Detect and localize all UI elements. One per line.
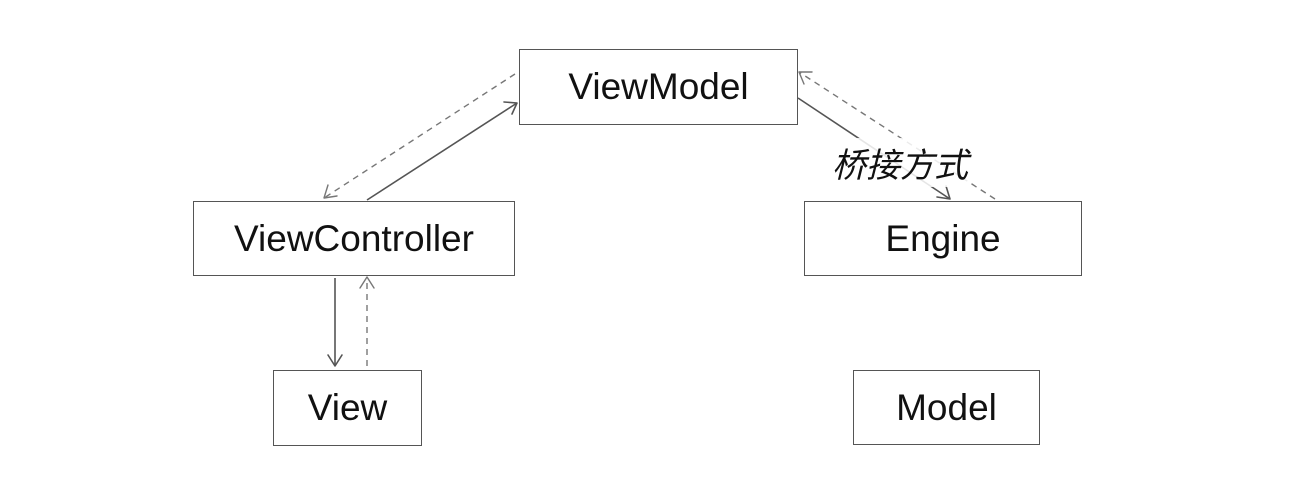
viewmodel-label: ViewModel — [568, 66, 749, 107]
viewcontroller-label: ViewController — [234, 217, 474, 259]
engine-label: Engine — [885, 217, 1001, 259]
bridge-edge-label: 桥接方式 — [830, 138, 970, 187]
model-label: Model — [896, 386, 997, 428]
edge-viewmodel-to-viewcontroller — [323, 73, 516, 199]
view-node: View — [273, 370, 422, 446]
view-label: View — [307, 387, 388, 428]
edge-viewcontroller-to-viewmodel — [366, 102, 518, 201]
viewcontroller-node: ViewController — [193, 201, 515, 276]
arrowhead-viewmodel-from-engine — [798, 71, 813, 85]
viewmodel-node: ViewModel — [519, 49, 798, 125]
model-node: Model — [853, 370, 1040, 445]
engine-node: Engine — [804, 201, 1082, 276]
